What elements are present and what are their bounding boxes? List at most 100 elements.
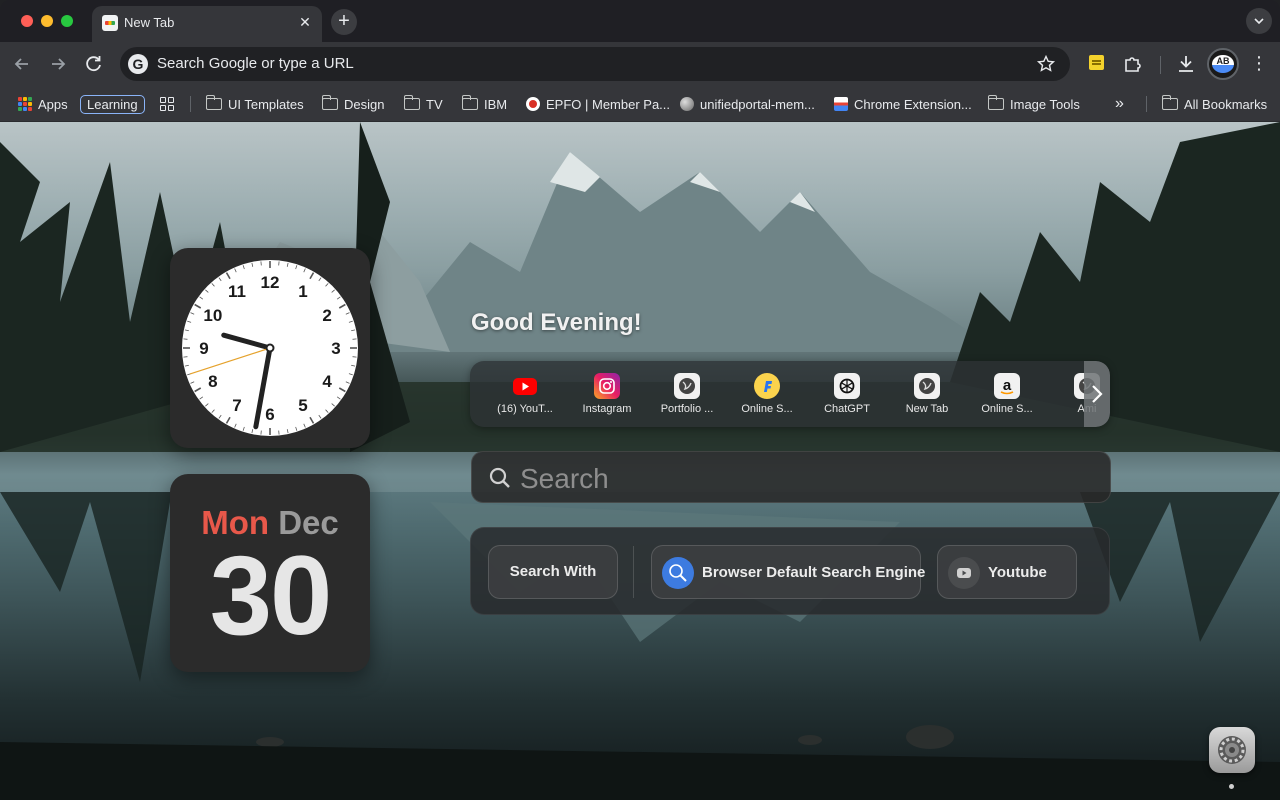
toolbar: G Search Google or type a URL AB ⋮	[0, 42, 1280, 86]
shortcut-instagram[interactable]: Instagram	[571, 371, 643, 421]
clock-number: 7	[232, 396, 241, 415]
bookmark-label: UI Templates	[228, 96, 304, 112]
bookmark-label: unifiedportal-mem...	[700, 96, 815, 112]
extensions-button[interactable]	[1121, 52, 1145, 76]
instagram-icon	[594, 373, 620, 399]
reload-icon	[86, 56, 101, 72]
profile-initials: AB	[1212, 55, 1234, 73]
bookmarks-separator	[190, 96, 191, 112]
reload-button[interactable]	[82, 52, 106, 76]
clock-number: 1	[298, 282, 307, 301]
default-search-engine-button[interactable]: Browser Default Search Engine	[651, 545, 925, 599]
bookmark-learning[interactable]: Learning	[80, 93, 145, 115]
folder-icon	[403, 95, 420, 110]
search-placeholder: Search	[520, 463, 609, 494]
shortcut-label: (16) YouT...	[497, 403, 553, 415]
calendar-date: 30	[209, 533, 333, 658]
bookmark-label: Design	[344, 96, 385, 112]
learning-chip-label: Learning	[80, 94, 145, 114]
bookmark-folder-image-tools[interactable]: Image Tools	[987, 93, 1080, 115]
profile-avatar[interactable]: AB	[1207, 48, 1239, 80]
clock-number: 10	[203, 306, 222, 325]
settings-button[interactable]	[1209, 727, 1255, 773]
bookmark-tab-groups[interactable]	[160, 93, 174, 115]
clock-number: 8	[208, 372, 217, 391]
tab-groups-icon	[160, 97, 174, 111]
shortcut-label: Online S...	[981, 403, 1033, 415]
apps-grid-icon	[18, 97, 32, 111]
shortcuts-bar: (16) YouT... Instagram Portfolio ... Onl…	[470, 361, 1110, 427]
flipkart-icon	[754, 373, 780, 399]
bookmark-label: Image Tools	[1010, 96, 1080, 112]
downloads-button[interactable]	[1174, 52, 1198, 76]
bookmark-label: All Bookmarks	[1184, 96, 1268, 112]
arrow-left-icon	[14, 58, 28, 70]
amazon-icon: a	[994, 373, 1020, 399]
puzzle-icon	[1125, 57, 1141, 72]
greeting-text: Good Evening!	[471, 309, 642, 336]
clock-number: 9	[199, 339, 208, 358]
bookmark-label: Apps	[38, 96, 68, 112]
bookmark-folder-ui-templates[interactable]: UI Templates	[205, 93, 304, 115]
bookmark-folder-ibm[interactable]: IBM	[461, 93, 508, 115]
shortcut-new-tab[interactable]: New Tab	[891, 371, 963, 421]
bookmark-label: TV	[426, 96, 443, 112]
clock-center-pin	[265, 343, 275, 353]
shortcuts-next-button[interactable]	[1084, 361, 1110, 427]
search-with-button[interactable]: Search With	[488, 545, 618, 599]
youtube-search-button[interactable]: Youtube	[937, 545, 1077, 599]
shortcut-portfolio[interactable]: Portfolio ...	[651, 371, 723, 421]
bookmark-apps[interactable]: Apps	[18, 93, 68, 115]
toolbar-separator	[1160, 56, 1161, 74]
shortcut-flipkart[interactable]: Online S...	[731, 371, 803, 421]
new-tab-button[interactable]: +	[331, 9, 357, 35]
analog-clock: 12 1234567891011	[182, 260, 358, 436]
back-button[interactable]	[10, 52, 34, 76]
close-window-button[interactable]	[21, 15, 33, 27]
youtube-search-label: Youtube	[988, 564, 1047, 581]
search-engine-panel: Search With Browser Default Search Engin…	[470, 527, 1110, 615]
tab-close-button[interactable]: ✕	[296, 13, 314, 31]
shortcut-label: Instagram	[582, 403, 632, 415]
bookmark-epfo[interactable]: EPFO | Member Pa...	[526, 93, 670, 115]
chevron-right-icon	[1092, 385, 1103, 403]
bookmark-star-icon[interactable]	[1036, 54, 1056, 74]
sticky-notes-extension-icon[interactable]	[1089, 55, 1104, 70]
bookmarks-overflow-button[interactable]: »	[1115, 93, 1124, 115]
bookmark-folder-design[interactable]: Design	[321, 93, 385, 115]
shortcut-chatgpt[interactable]: ChatGPT	[811, 371, 883, 421]
bookmark-unifiedportal[interactable]: unifiedportal-mem...	[680, 93, 815, 115]
page-indicator-dot	[1229, 784, 1234, 789]
clock-number: 2	[322, 306, 331, 325]
bookmarks-separator	[1146, 96, 1147, 112]
folder-icon	[461, 95, 478, 110]
calendar-widget: Mon Dec 30	[170, 474, 370, 672]
address-bar[interactable]: G Search Google or type a URL	[120, 47, 1070, 81]
shortcut-youtube[interactable]: (16) YouT...	[489, 371, 561, 421]
globe-icon	[674, 373, 700, 399]
maximize-window-button[interactable]	[61, 15, 73, 27]
minimize-window-button[interactable]	[41, 15, 53, 27]
epfo-icon	[526, 97, 540, 111]
globe-icon	[680, 97, 694, 111]
clock-number: 3	[331, 339, 340, 358]
tab-search-button[interactable]	[1246, 8, 1272, 34]
tab-new-tab[interactable]: New Tab ✕	[92, 6, 322, 42]
shortcut-amazon[interactable]: a Online S...	[971, 371, 1043, 421]
new-tab-favicon-icon	[102, 15, 118, 31]
bookmark-folder-tv[interactable]: TV	[403, 93, 443, 115]
all-bookmarks-folder[interactable]: All Bookmarks	[1161, 93, 1268, 115]
youtube-icon	[948, 557, 980, 589]
shortcut-label: Online S...	[741, 403, 793, 415]
bookmark-label: IBM	[484, 96, 508, 112]
search-input[interactable]: Search	[471, 451, 1111, 503]
bookmark-chrome-extension[interactable]: Chrome Extension...	[834, 93, 972, 115]
chatgpt-icon	[834, 373, 860, 399]
bookmark-label: EPFO | Member Pa...	[546, 96, 671, 112]
clock-widget: 12 1 2 3 4 5 6 7 8 9 10 11	[170, 248, 370, 448]
forward-button[interactable]	[46, 52, 70, 76]
chrome-menu-button[interactable]: ⋮	[1250, 52, 1268, 76]
search-icon	[489, 467, 510, 488]
gear-icon	[1218, 736, 1246, 764]
svg-text:a: a	[1003, 377, 1012, 394]
